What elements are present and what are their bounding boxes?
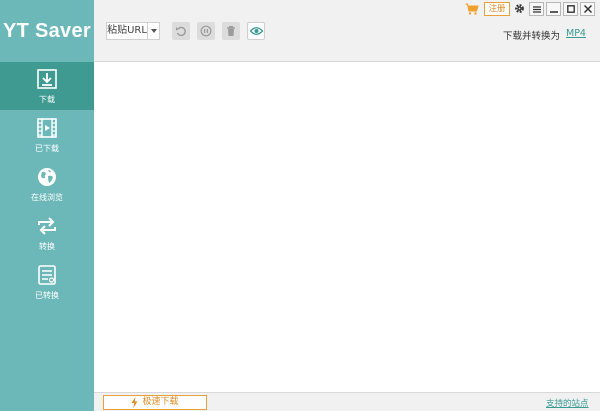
sidebar-item-downloaded[interactable]: 已下载 <box>0 111 94 159</box>
download-icon <box>37 69 57 89</box>
delete-button[interactable] <box>222 22 240 40</box>
close-button[interactable] <box>580 2 595 16</box>
app-title: YT Saver <box>2 19 91 42</box>
preview-button[interactable] <box>247 22 265 40</box>
sidebar-item-convert[interactable]: 转换 <box>0 209 94 257</box>
sidebar-item-converted[interactable]: 已转换 <box>0 258 94 306</box>
convert-icon <box>38 217 56 235</box>
minimize-button[interactable] <box>546 2 561 16</box>
sidebar-item-label: 已转换 <box>35 291 59 300</box>
sidebar-item-label: 下载 <box>39 95 55 104</box>
undo-icon <box>176 26 186 37</box>
sidebar-item-label: 转换 <box>39 242 55 251</box>
download-list-area[interactable] <box>94 62 600 392</box>
chevron-down-icon <box>150 29 157 33</box>
gear-icon[interactable] <box>514 3 525 14</box>
paste-dropdown-button[interactable] <box>147 23 159 39</box>
status-bar: 极速下载 支持的站点 <box>94 392 600 411</box>
turbo-download-button[interactable]: 极速下载 <box>103 395 207 410</box>
format-link[interactable]: MP4 <box>566 28 586 39</box>
close-icon <box>583 5 592 13</box>
convert-to-label: 下载并转换为 <box>503 31 561 42</box>
film-icon <box>37 118 57 138</box>
document-icon <box>38 265 56 285</box>
minimize-icon <box>549 10 558 13</box>
lightning-icon <box>131 397 138 408</box>
sidebar-item-browse[interactable]: 在线浏览 <box>0 160 94 208</box>
maximize-button[interactable] <box>563 2 578 16</box>
eye-icon <box>249 27 263 35</box>
pause-icon <box>200 25 212 37</box>
paste-url-button[interactable]: 粘贴URL <box>106 22 160 40</box>
undo-button[interactable] <box>172 22 190 40</box>
menu-icon <box>532 5 541 13</box>
turbo-download-label: 极速下载 <box>142 397 179 407</box>
register-button[interactable]: 注册 <box>484 2 510 16</box>
trash-icon <box>227 26 235 36</box>
menu-button[interactable] <box>529 2 544 16</box>
maximize-icon <box>566 5 575 13</box>
sidebar: YT Saver 下载 已下载 在线浏览 转换 已转换 <box>0 0 94 411</box>
pause-button[interactable] <box>197 22 215 40</box>
sidebar-item-download[interactable]: 下载 <box>0 62 94 110</box>
sidebar-item-label: 在线浏览 <box>31 193 63 202</box>
paste-url-label: 粘贴URL <box>107 25 147 36</box>
cart-icon[interactable] <box>465 3 479 15</box>
supported-sites-link[interactable]: 支持的站点 <box>546 397 589 409</box>
globe-icon <box>38 168 56 186</box>
sidebar-item-label: 已下载 <box>35 144 59 153</box>
